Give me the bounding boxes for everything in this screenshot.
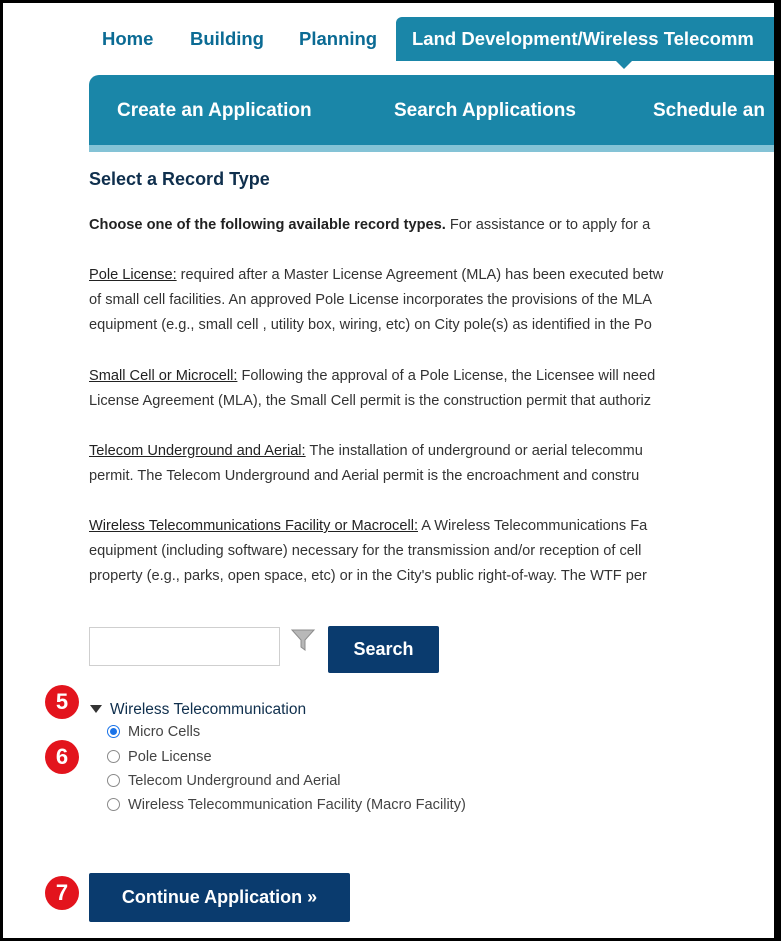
desc-line: required after a Master License Agreemen… bbox=[176, 267, 664, 283]
intro-rest: For assistance or to apply for a bbox=[445, 217, 651, 233]
page-frame: Home Building Planning Land Development/… bbox=[0, 0, 781, 941]
page-title: Select a Record Type bbox=[89, 169, 270, 189]
callout-badge: 6 bbox=[45, 740, 79, 774]
desc-title: Wireless Telecommunications Facility or … bbox=[89, 518, 418, 534]
desc-line: A Wireless Telecommunications Fa bbox=[418, 518, 648, 534]
radio-button[interactable] bbox=[107, 798, 120, 811]
intro-bold: Choose one of the following available re… bbox=[89, 217, 446, 233]
desc-title: Small Cell or Microcell: bbox=[89, 368, 238, 384]
desc-line: The installation of underground or aeria… bbox=[305, 443, 643, 459]
intro-text: Choose one of the following available re… bbox=[89, 213, 650, 238]
nav-search-applications[interactable]: Search Applications bbox=[394, 75, 576, 145]
desc-telecom-underground: Telecom Underground and Aerial: The inst… bbox=[89, 439, 643, 489]
record-group-label[interactable]: Wireless Telecommunication bbox=[110, 701, 306, 719]
desc-line: License Agreement (MLA), the Small Cell … bbox=[89, 393, 652, 409]
desc-line: of small cell facilities. An approved Po… bbox=[89, 292, 652, 308]
option-label: Micro Cells bbox=[128, 724, 201, 740]
expand-triangle-icon[interactable] bbox=[90, 705, 102, 713]
search-button[interactable]: Search bbox=[328, 626, 439, 673]
radio-button[interactable] bbox=[107, 750, 120, 763]
radio-button[interactable] bbox=[107, 725, 120, 738]
callout-badge: 5 bbox=[45, 685, 79, 719]
desc-line: equipment (e.g., small cell , utility bo… bbox=[89, 317, 652, 333]
continue-application-button[interactable]: Continue Application » bbox=[89, 873, 350, 922]
tab-home[interactable]: Home bbox=[102, 17, 153, 61]
record-option-telecom-underground[interactable]: Telecom Underground and Aerial bbox=[107, 773, 341, 789]
filter-funnel-icon[interactable] bbox=[290, 627, 316, 653]
callout-badge: 7 bbox=[45, 876, 79, 910]
radio-button[interactable] bbox=[107, 774, 120, 787]
record-option-micro-cells[interactable]: Micro Cells bbox=[107, 724, 200, 740]
tab-land-development[interactable]: Land Development/Wireless Telecomm bbox=[396, 17, 774, 61]
desc-line: property (e.g., parks, open space, etc) … bbox=[89, 568, 647, 584]
desc-pole-license: Pole License: required after a Master Li… bbox=[89, 263, 663, 338]
option-label: Pole License bbox=[128, 749, 212, 765]
option-label: Wireless Telecommunication Facility (Mac… bbox=[128, 797, 466, 813]
desc-wireless-facility: Wireless Telecommunications Facility or … bbox=[89, 514, 647, 589]
desc-line: permit. The Telecom Underground and Aeri… bbox=[89, 468, 640, 484]
tab-planning[interactable]: Planning bbox=[299, 17, 377, 61]
record-option-pole-license[interactable]: Pole License bbox=[107, 749, 212, 765]
desc-line: equipment (including software) necessary… bbox=[89, 543, 642, 559]
option-label: Telecom Underground and Aerial bbox=[128, 773, 341, 789]
record-option-wireless-facility[interactable]: Wireless Telecommunication Facility (Mac… bbox=[107, 797, 466, 813]
nav-schedule-inspection[interactable]: Schedule an bbox=[653, 75, 765, 145]
nav-create-application[interactable]: Create an Application bbox=[117, 75, 312, 145]
desc-small-cell: Small Cell or Microcell: Following the a… bbox=[89, 364, 655, 414]
desc-line: Following the approval of a Pole License… bbox=[237, 368, 656, 384]
record-type-search-input[interactable] bbox=[89, 627, 280, 666]
desc-title: Telecom Underground and Aerial: bbox=[89, 443, 306, 459]
active-tab-caret bbox=[616, 61, 632, 69]
sub-navigation: Create an Application Search Application… bbox=[89, 75, 774, 152]
tab-building[interactable]: Building bbox=[190, 17, 264, 61]
desc-title: Pole License: bbox=[89, 267, 177, 283]
